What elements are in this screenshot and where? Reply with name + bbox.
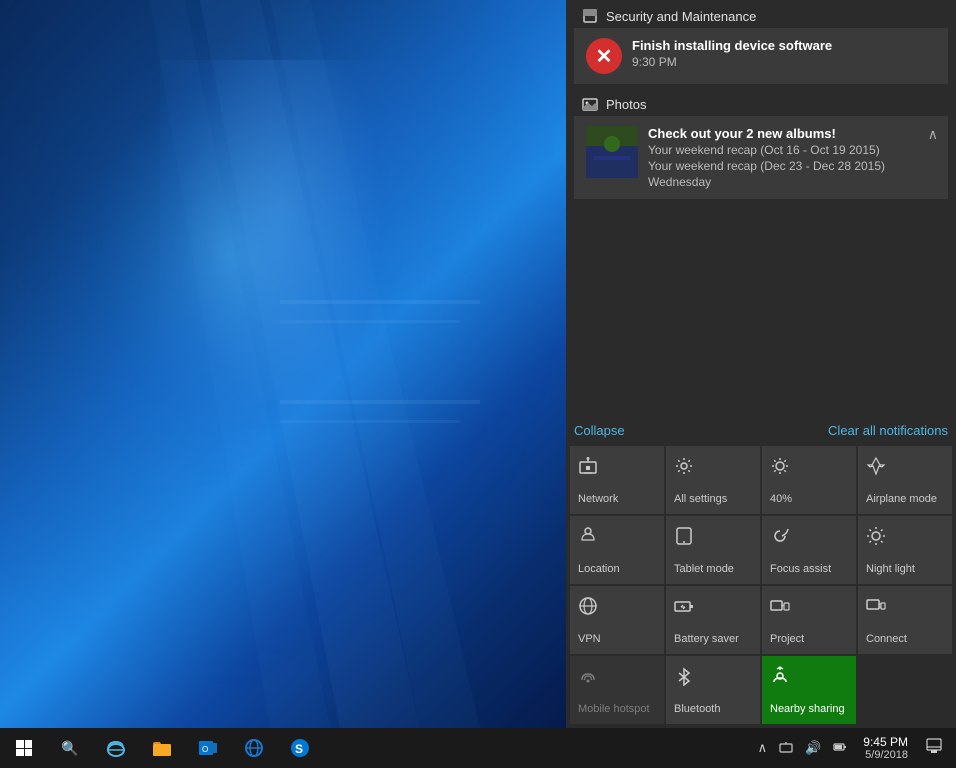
qa-label-project: Project (770, 633, 804, 646)
night-light-icon (866, 526, 886, 549)
group-header-photos: Photos (566, 88, 956, 116)
tray-battery-icon[interactable] (829, 738, 851, 759)
action-center-panel: Security and Maintenance ✕ Finish instal… (566, 0, 956, 728)
qa-tile-connect[interactable]: Connect (858, 586, 952, 654)
photos-line1: Your weekend recap (Oct 16 - Oct 19 2015… (648, 143, 936, 157)
svg-text:S: S (295, 742, 303, 756)
airplane-icon (866, 456, 886, 479)
photos-line2: Your weekend recap (Dec 23 - Dec 28 2015… (648, 159, 936, 173)
qa-label-network: Network (578, 493, 618, 506)
notification-title: Finish installing device software (632, 38, 936, 53)
taskbar-edge[interactable] (94, 728, 138, 768)
qa-label-all-settings: All settings (674, 493, 727, 506)
qa-label-bluetooth: Bluetooth (674, 703, 720, 716)
bottom-actions-bar: Collapse Clear all notifications (566, 417, 956, 442)
connect-icon (866, 596, 886, 619)
group-title-photos: Photos (606, 97, 646, 112)
qa-tile-mobile-hotspot[interactable]: Mobile hotspot (570, 656, 664, 724)
qa-label-battery-saver: Battery saver (674, 633, 739, 646)
project-icon (770, 596, 790, 619)
clock-date: 5/9/2018 (863, 749, 908, 761)
group-title-security: Security and Maintenance (606, 9, 756, 24)
taskbar-search[interactable]: 🔍 (48, 728, 92, 768)
collapse-notification-icon[interactable]: ∧ (928, 126, 938, 143)
taskbar-file-explorer[interactable] (140, 728, 184, 768)
action-center-button[interactable] (920, 736, 948, 760)
tray-network-icon[interactable] (775, 738, 797, 759)
taskbar: 🔍 O (0, 728, 956, 768)
windows-logo-icon (16, 740, 32, 756)
focus-assist-icon (770, 526, 790, 549)
qa-tile-empty (858, 656, 952, 724)
qa-tile-brightness[interactable]: 40% (762, 446, 856, 514)
qa-tile-battery-saver[interactable]: Battery saver (666, 586, 760, 654)
system-clock[interactable]: 9:45 PM 5/9/2018 (857, 733, 914, 763)
notification-content: Finish installing device software 9:30 P… (632, 38, 936, 69)
notifications-area: Security and Maintenance ✕ Finish instal… (566, 0, 956, 417)
qa-label-connect: Connect (866, 633, 907, 646)
qa-label-location: Location (578, 563, 620, 576)
qa-label-brightness: 40% (770, 493, 792, 506)
settings-icon (674, 456, 694, 479)
vpn-icon (578, 596, 598, 619)
taskbar-ie[interactable] (232, 728, 276, 768)
qa-label-tablet-mode: Tablet mode (674, 563, 734, 576)
qa-label-vpn: VPN (578, 633, 601, 646)
image-icon (582, 96, 598, 112)
notification-time: 9:30 PM (632, 55, 936, 69)
quick-actions-grid: Network All settings (566, 442, 956, 728)
qa-label-airplane-mode: Airplane mode (866, 493, 937, 506)
error-icon-circle: ✕ (586, 38, 622, 74)
taskbar-skype[interactable]: S (278, 728, 322, 768)
qa-label-night-light: Night light (866, 563, 915, 576)
notification-device-software[interactable]: ✕ Finish installing device software 9:30… (574, 28, 948, 84)
qa-tile-vpn[interactable]: VPN (570, 586, 664, 654)
system-tray: ∧ 🔊 9:45 PM 5/9/2018 (746, 733, 956, 763)
group-header-security: Security and Maintenance (566, 0, 956, 28)
qa-tile-network[interactable]: Network (570, 446, 664, 514)
qa-tile-location[interactable]: Location (570, 516, 664, 584)
tray-volume-icon[interactable]: 🔊 (801, 738, 825, 758)
qa-tile-focus-assist[interactable]: Focus assist (762, 516, 856, 584)
photos-timestamp: Wednesday (648, 175, 936, 189)
tablet-icon (674, 526, 694, 549)
qa-label-nearby-sharing: Nearby sharing (770, 703, 845, 716)
taskbar-outlook[interactable]: O (186, 728, 230, 768)
notification-group-security: Security and Maintenance ✕ Finish instal… (566, 0, 956, 84)
bluetooth-icon (674, 666, 694, 689)
desktop-background (0, 0, 570, 728)
tray-icons: ∧ 🔊 (754, 738, 852, 759)
qa-tile-all-settings[interactable]: All settings (666, 446, 760, 514)
location-icon (578, 526, 598, 549)
tray-show-hidden[interactable]: ∧ (754, 738, 772, 758)
nearby-sharing-icon (770, 666, 790, 689)
photos-title: Check out your 2 new albums! (648, 126, 936, 141)
qa-tile-project[interactable]: Project (762, 586, 856, 654)
start-button[interactable] (0, 728, 48, 768)
qa-label-mobile-hotspot: Mobile hotspot (578, 703, 650, 716)
qa-tile-bluetooth[interactable]: Bluetooth (666, 656, 760, 724)
svg-text:O: O (202, 745, 208, 754)
network-icon (578, 456, 598, 479)
qa-label-focus-assist: Focus assist (770, 563, 831, 576)
qa-tile-airplane-mode[interactable]: Airplane mode (858, 446, 952, 514)
collapse-button[interactable]: Collapse (574, 423, 625, 438)
notification-group-photos: Photos Check out your 2 new albums! Your… (566, 88, 956, 199)
qa-tile-tablet-mode[interactable]: Tablet mode (666, 516, 760, 584)
qa-tile-nearby-sharing[interactable]: Nearby sharing (762, 656, 856, 724)
mobile-hotspot-icon (578, 666, 598, 689)
photos-notification-content: Check out your 2 new albums! Your weeken… (648, 126, 936, 189)
qa-tile-night-light[interactable]: Night light (858, 516, 952, 584)
notification-photos-albums[interactable]: Check out your 2 new albums! Your weeken… (574, 116, 948, 199)
taskbar-icons: 🔍 O (48, 728, 746, 768)
shield-icon (582, 8, 598, 24)
battery-saver-icon (674, 596, 694, 619)
photo-thumbnail (586, 126, 638, 178)
brightness-icon (770, 456, 790, 479)
clock-time: 9:45 PM (863, 735, 908, 749)
clear-all-button[interactable]: Clear all notifications (828, 423, 948, 438)
